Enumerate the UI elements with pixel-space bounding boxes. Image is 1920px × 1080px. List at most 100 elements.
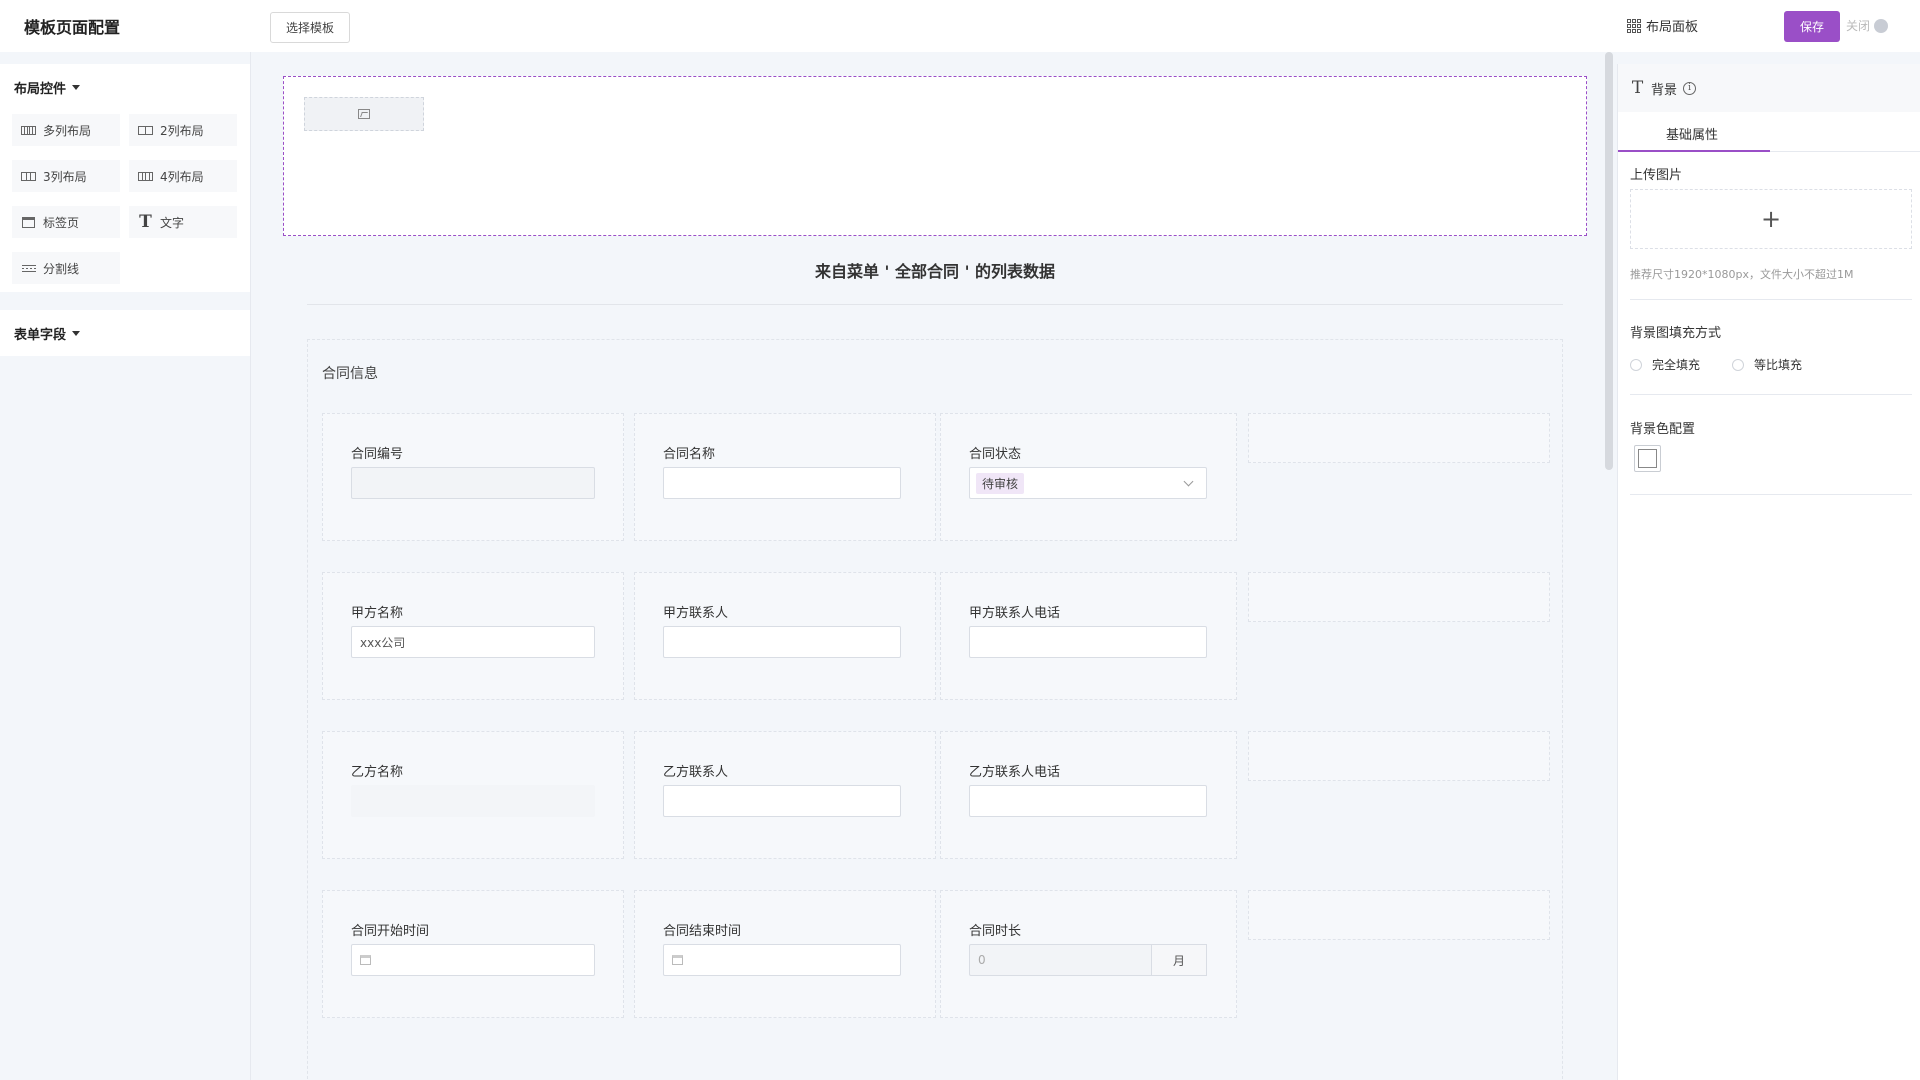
list-data-title: 来自菜单 ' 全部合同 ' 的列表数据 (814, 262, 1056, 281)
four-columns-icon (138, 171, 153, 181)
field-label: 甲方名称 (351, 606, 404, 621)
empty-cell[interactable] (1248, 413, 1550, 463)
field-cell-party-b-name[interactable]: 乙方名称 (322, 731, 624, 859)
properties-tabs: 基础属性 (1618, 112, 1920, 152)
field-label: 合同名称 (663, 447, 716, 462)
duration-unit: 月 (1151, 944, 1207, 976)
field-label: 合同时长 (969, 924, 1022, 939)
calendar-icon (672, 955, 683, 965)
status-tag: 待审核 (976, 472, 1025, 494)
duration-input[interactable]: 0 月 (969, 944, 1207, 976)
field-cell-contract-status[interactable]: 合同状态 待审核 (940, 413, 1237, 541)
field-label: 甲方联系人电话 (969, 606, 1061, 621)
fill-proportional-radio[interactable]: 等比填充 (1732, 356, 1802, 373)
upload-image-label: 上传图片 (1630, 168, 1683, 183)
active-tab-indicator (1618, 150, 1770, 152)
calendar-icon (360, 955, 371, 965)
toggle-knob-icon (1874, 18, 1889, 33)
columns-icon (21, 125, 36, 135)
field-cell-start-date[interactable]: 合同开始时间 (322, 890, 624, 1018)
field-cell-end-date[interactable]: 合同结束时间 (634, 890, 936, 1018)
widget-label: 4列布局 (160, 169, 204, 184)
fill-full-radio[interactable]: 完全填充 (1630, 356, 1700, 373)
party-b-name-input[interactable] (351, 785, 595, 817)
field-label: 合同编号 (351, 447, 404, 462)
start-date-picker[interactable] (351, 944, 595, 976)
field-cell-party-b-contact[interactable]: 乙方联系人 (634, 731, 936, 859)
field-label: 乙方名称 (351, 765, 404, 780)
upload-hint: 推荐尺寸1920*1080px，文件大小不超过1M (1630, 268, 1854, 281)
party-a-phone-input[interactable] (969, 626, 1207, 658)
widget-four-column[interactable]: 4列布局 (129, 160, 237, 192)
widget-multi-column[interactable]: 多列布局 (12, 114, 120, 146)
end-date-picker[interactable] (663, 944, 901, 976)
fill-mode-options: 完全填充 等比填充 (1630, 356, 1802, 373)
top-header: 模板页面配置 选择模板 布局面板 保存 关闭 (0, 0, 1920, 52)
widget-label: 分割线 (43, 261, 80, 276)
layout-controls-header[interactable]: 布局控件 (0, 64, 250, 110)
upload-image-area[interactable]: + (1630, 189, 1912, 249)
party-a-name-input[interactable]: xxx公司 (351, 626, 595, 658)
form-fields-label: 表单字段 (14, 327, 67, 343)
page-title: 模板页面配置 (24, 18, 121, 37)
widget-label: 3列布局 (43, 169, 87, 184)
contract-status-select[interactable]: 待审核 (969, 467, 1207, 499)
two-columns-icon (138, 125, 153, 135)
widget-text[interactable]: T 文字 (129, 206, 237, 238)
background-zone[interactable] (283, 76, 1587, 236)
field-cell-contract-number[interactable]: 合同编号 (322, 413, 624, 541)
contract-name-input[interactable] (663, 467, 901, 499)
widget-grid: 多列布局 2列布局 3列布局 4列布局 标签页 T 文字 分割线 (0, 110, 250, 292)
properties-panel: T 背景 i 基础属性 上传图片 + 推荐尺寸1920*1080px，文件大小不… (1617, 64, 1920, 1080)
info-icon[interactable]: i (1683, 81, 1697, 95)
select-template-button[interactable]: 选择模板 (270, 12, 350, 43)
color-preview (1638, 449, 1657, 468)
properties-header: T 背景 i (1618, 64, 1920, 112)
plus-icon: + (1760, 205, 1782, 233)
field-cell-party-a-contact[interactable]: 甲方联系人 (634, 572, 936, 700)
three-columns-icon (21, 171, 36, 181)
field-cell-party-a-phone[interactable]: 甲方联系人电话 (940, 572, 1237, 700)
widget-divider[interactable]: 分割线 (12, 252, 120, 284)
widget-tabs[interactable]: 标签页 (12, 206, 120, 238)
widget-two-column[interactable]: 2列布局 (129, 114, 237, 146)
text-icon: T (1631, 77, 1644, 98)
image-icon (358, 109, 370, 119)
party-a-contact-input[interactable] (663, 626, 901, 658)
layout-panel-label: 布局面板 (1646, 20, 1699, 35)
empty-cell[interactable] (1248, 572, 1550, 622)
tab-basic-properties[interactable]: 基础属性 (1666, 124, 1718, 143)
field-label: 甲方联系人 (663, 606, 729, 621)
field-label: 乙方联系人电话 (969, 765, 1061, 780)
field-cell-party-a-name[interactable]: 甲方名称 xxx公司 (322, 572, 624, 700)
left-sidebar: 布局控件 多列布局 2列布局 3列布局 4列布局 标签页 T 文字 分割线 表单… (0, 64, 250, 1080)
section-gap (0, 292, 250, 310)
scroll-thumb[interactable] (1605, 52, 1613, 470)
form-fields-header[interactable]: 表单字段 (0, 310, 250, 356)
section-divider (1630, 494, 1912, 495)
layout-controls-label: 布局控件 (14, 81, 67, 97)
empty-cell[interactable] (1248, 890, 1550, 940)
image-placeholder[interactable] (304, 97, 424, 131)
widget-label: 2列布局 (160, 123, 204, 138)
bg-color-picker[interactable] (1634, 445, 1661, 472)
contract-number-input[interactable] (351, 467, 595, 499)
field-cell-contract-name[interactable]: 合同名称 (634, 413, 936, 541)
empty-cell[interactable] (1248, 731, 1550, 781)
save-button[interactable]: 保存 (1784, 11, 1840, 42)
close-label: 关闭 (1846, 19, 1871, 33)
layout-panel-button[interactable]: 布局面板 (1627, 16, 1698, 35)
widget-label: 文字 (160, 215, 185, 230)
widget-three-column[interactable]: 3列布局 (12, 160, 120, 192)
chevron-down-icon (1183, 476, 1194, 487)
tab-icon (21, 216, 36, 228)
title-divider (307, 304, 1563, 305)
field-label: 合同开始时间 (351, 924, 430, 939)
field-cell-duration[interactable]: 合同时长 0 月 (940, 890, 1237, 1018)
close-toggle[interactable]: 关闭 (1846, 17, 1889, 34)
field-cell-party-b-phone[interactable]: 乙方联系人电话 (940, 731, 1237, 859)
party-b-contact-input[interactable] (663, 785, 901, 817)
contract-form-group[interactable]: 合同信息 合同编号 合同名称 合同状态 待审核 甲方名称 xxx公司 甲方联系人 (307, 339, 1563, 1080)
party-b-phone-input[interactable] (969, 785, 1207, 817)
canvas-scrollbar[interactable] (1605, 52, 1613, 1080)
